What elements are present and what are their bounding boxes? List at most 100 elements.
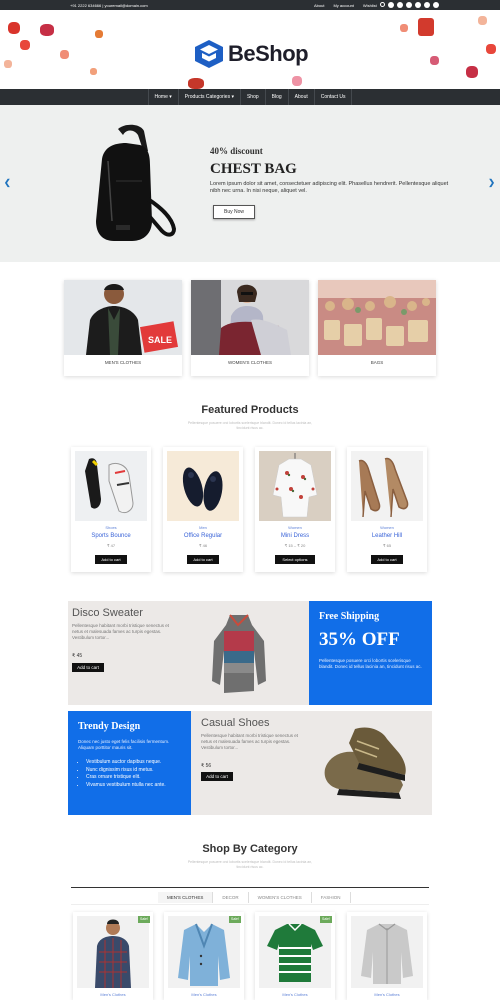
tab-mens-clothes[interactable]: MEN'S CLOTHES [158, 892, 214, 903]
product-category[interactable]: Women [347, 525, 427, 530]
list-item: Nunc dignissim risus id metus. [86, 767, 166, 775]
promo-price: ₹ 45 [72, 653, 83, 659]
tab-decor[interactable]: DECOR [213, 892, 249, 903]
nav-home[interactable]: Home ▾ [147, 89, 179, 105]
decor-berry [20, 40, 30, 50]
decor-berry [8, 22, 20, 34]
promo-title: Disco Sweater [72, 607, 143, 619]
shop-category-subtitle: Pellentesque posuere orci lobortis scele… [187, 860, 313, 869]
sweater-image [212, 614, 266, 693]
chest-bag-image [96, 124, 177, 241]
product-category[interactable]: Men's Clothes [347, 992, 427, 997]
product-card[interactable]: Men Office Regular ₹ 46 Add to cart [163, 447, 243, 572]
decor-berry [40, 24, 54, 36]
add-to-cart-button[interactable]: Add to cart [187, 555, 219, 564]
decor-berry [188, 78, 204, 89]
promo-title: Casual Shoes [201, 717, 270, 729]
dribbble-icon[interactable] [433, 2, 439, 8]
instagram-icon[interactable] [424, 2, 430, 8]
shop-category-title: Shop By Category [202, 843, 298, 855]
hero-discount: 40% discount [210, 146, 263, 156]
list-item: Vivamus vestibulum ntulla nec ante. [86, 782, 166, 790]
product-category[interactable]: Women [255, 525, 335, 530]
nav-products-categories[interactable]: Products Categories ▾ [179, 89, 241, 105]
search-icon[interactable] [380, 2, 385, 7]
top-link-my-account[interactable]: My account [333, 3, 353, 8]
add-to-cart-button[interactable]: Add to cart [95, 555, 127, 564]
main-nav: Home ▾ Products Categories ▾ Shop Blog A… [0, 89, 500, 105]
promo-trendy-list: Vestibulum auctor dapibus neque. Nunc di… [86, 759, 166, 789]
nav-contact-us[interactable]: Contact Us [315, 89, 353, 105]
casual-shoes-image [324, 727, 406, 799]
product-card[interactable]: Women Leather Hill ₹ 65 Add to cart [347, 447, 427, 572]
add-to-cart-button[interactable]: Add to cart [371, 555, 403, 564]
top-link-about[interactable]: About [314, 3, 324, 8]
category-product-card[interactable]: Sale! Men's Clothes [164, 912, 244, 1000]
mens-clothes-image: SALE [64, 280, 182, 355]
decor-berry [430, 56, 439, 65]
product-name[interactable]: Sports Bounce [71, 533, 151, 539]
promo-price: ₹ 56 [201, 763, 212, 769]
product-card[interactable]: Women Mini Dress ₹ 15 – ₹ 20 Select opti… [255, 447, 335, 572]
tab-womens-clothes[interactable]: WOMEN'S CLOTHES [249, 892, 312, 903]
featured-title: Featured Products [201, 404, 299, 416]
category-card-bags[interactable]: BAGS [318, 280, 436, 376]
promo-trendy-design: Trendy Design Donec nec justo eget felis… [68, 711, 191, 815]
decor-berry [95, 30, 103, 38]
bags-image [318, 280, 436, 355]
category-product-card[interactable]: Men's Clothes [347, 912, 427, 1000]
product-image-leather-hill [351, 451, 423, 521]
list-item: Vestibulum auctor dapibus neque. [86, 759, 166, 767]
top-bar: +91 2222 634666 | youremail@domain.com A… [0, 0, 500, 10]
product-name[interactable]: Office Regular [163, 533, 243, 539]
chevron-right-icon[interactable]: ❯ [488, 178, 495, 187]
nav-about[interactable]: About [289, 89, 315, 105]
category-card-womens[interactable]: WOMEN'S CLOTHES [191, 280, 309, 376]
product-price: ₹ 65 [382, 543, 392, 548]
product-category[interactable]: Men [163, 525, 243, 530]
category-label: WOMEN'S CLOTHES [227, 360, 273, 365]
featured-subtitle: Pellentesque posuere orci lobortis scele… [187, 421, 313, 430]
product-card[interactable]: Shoes Sports Bounce ₹ 47 Add to cart [71, 447, 151, 572]
category-card-mens[interactable]: SALE MEN'S CLOTHES [64, 280, 182, 376]
buy-now-button[interactable]: Buy Now [213, 205, 255, 219]
promo-trendy-text: Donec nec justo eget felis facilisis fer… [78, 739, 170, 750]
add-to-cart-button[interactable]: Add to cart [201, 772, 233, 781]
product-image-office-regular [167, 451, 239, 521]
promo-shipping-headline: 35% OFF [319, 629, 400, 650]
facebook-icon[interactable] [388, 2, 394, 8]
pinterest-icon[interactable] [397, 2, 403, 8]
product-category[interactable]: Men's Clothes [255, 992, 335, 997]
list-item: Cras ornare tristique elit. [86, 774, 166, 782]
category-label: BAGS [370, 360, 384, 365]
category-product-card[interactable]: Sale! Men's Clothes [73, 912, 153, 1000]
logo-cube-icon [195, 40, 223, 68]
category-tabs: MEN'S CLOTHES DECOR WOMEN'S CLOTHES FASH… [158, 892, 351, 903]
site-logo[interactable]: BeShop [193, 39, 309, 69]
product-price: ₹ 15 – ₹ 20 [284, 543, 306, 548]
top-link-wishlist[interactable]: Wishlist [363, 3, 377, 8]
divider [71, 904, 429, 905]
tab-fashion[interactable]: FASHION [312, 892, 351, 903]
select-options-button[interactable]: Select options [275, 555, 315, 564]
promo-trendy-title: Trendy Design [78, 721, 141, 732]
product-name[interactable]: Leather Hill [347, 533, 427, 539]
contact-info: +91 2222 634666 | youremail@domain.com [70, 3, 148, 8]
product-image-striped-polo [259, 916, 331, 988]
twitter-icon[interactable] [406, 2, 412, 8]
promo-disco-sweater: Disco Sweater Pellentesque habitant morb… [68, 601, 309, 705]
product-name[interactable]: Mini Dress [255, 533, 335, 539]
product-category[interactable]: Men's Clothes [73, 992, 153, 997]
decor-berry [60, 50, 69, 59]
add-to-cart-button[interactable]: Add to cart [72, 663, 104, 672]
chevron-left-icon[interactable]: ❮ [4, 178, 11, 187]
category-product-card[interactable]: Sale! Men's Clothes [255, 912, 335, 1000]
youtube-icon[interactable] [415, 2, 421, 8]
top-links: About My account Wishlist [314, 3, 377, 8]
product-category[interactable]: Shoes [71, 525, 151, 530]
nav-shop[interactable]: Shop [241, 89, 266, 105]
product-category[interactable]: Men's Clothes [164, 992, 244, 997]
nav-blog[interactable]: Blog [266, 89, 289, 105]
social-icons [380, 2, 439, 8]
product-image-grey-shirt [351, 916, 423, 988]
